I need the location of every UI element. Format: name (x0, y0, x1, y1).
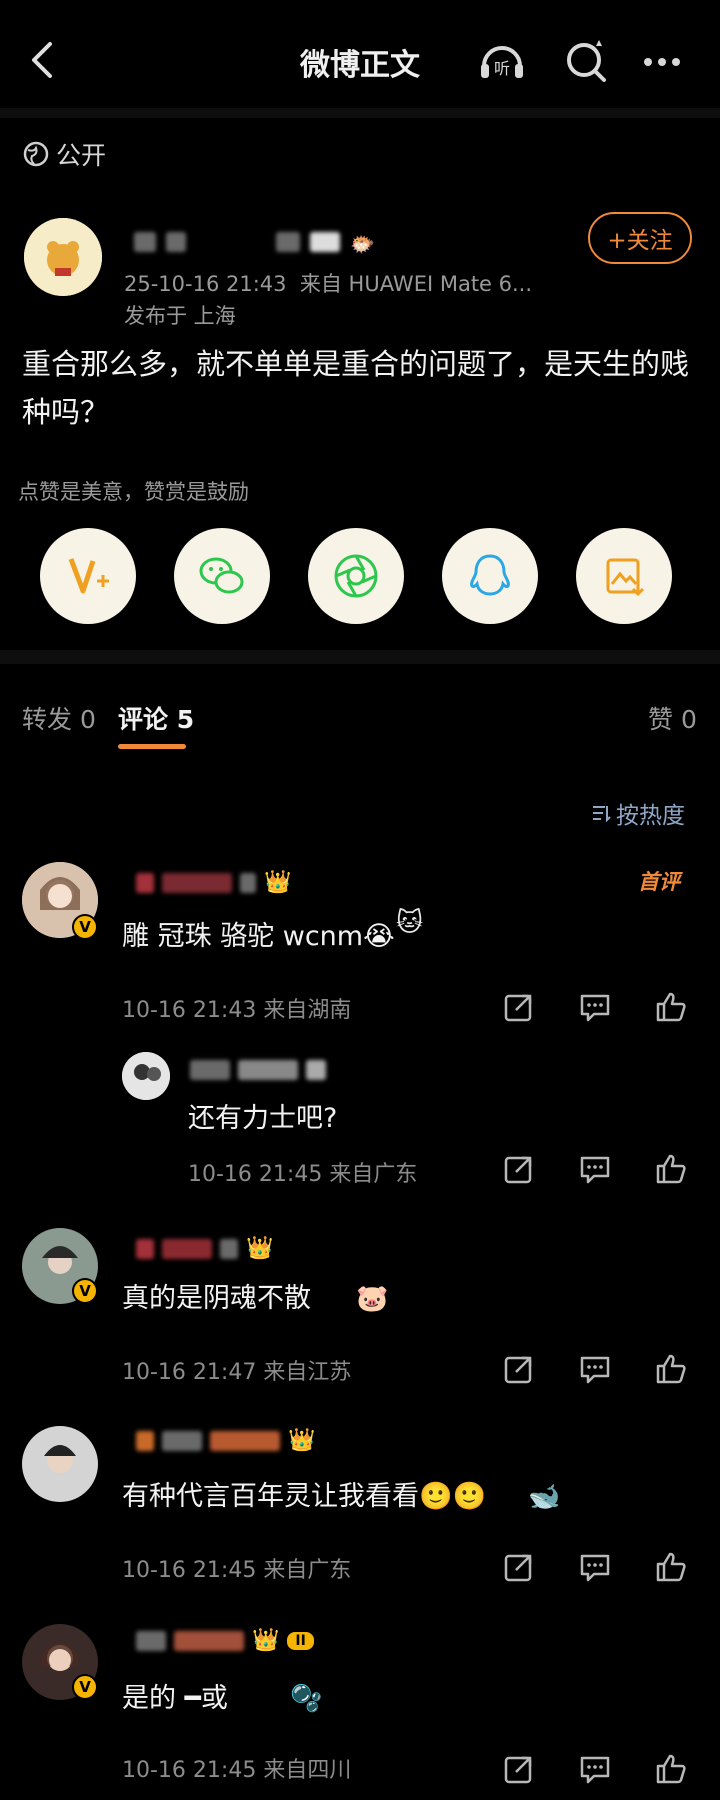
sticker-icon: 🐋 (528, 1482, 561, 1512)
like-icon[interactable] (654, 1752, 688, 1786)
comment-location: 来自四川 (263, 1758, 352, 1783)
reply-meta: 10-16 21:45 来自广东 (188, 1156, 417, 1188)
wechat-icon (199, 557, 244, 594)
section-divider (0, 650, 720, 664)
like-icon[interactable] (654, 1550, 688, 1584)
verified-badge-icon: V (72, 1674, 98, 1700)
comment-meta: 10-16 21:47 来自江苏 (122, 1354, 351, 1386)
image-download-icon (606, 558, 645, 597)
sort-button[interactable]: 按热度 (590, 796, 685, 830)
save-image-button[interactable] (576, 528, 672, 624)
crown-icon: 👑 (288, 1428, 316, 1453)
comment-icon[interactable] (578, 1352, 612, 1386)
verified-badge-icon: V (72, 914, 98, 940)
verified-badge-icon: V (72, 1278, 98, 1304)
tab-indicator (118, 744, 186, 749)
fish-badge-icon: 🐡 (350, 232, 375, 256)
comment-location: 来自江苏 (263, 1360, 352, 1385)
sort-icon (593, 806, 611, 823)
commenter-avatar[interactable] (22, 1426, 98, 1502)
commenter-name[interactable]: 👑 (136, 870, 291, 895)
moments-icon (334, 554, 378, 598)
author-avatar[interactable] (24, 218, 102, 296)
vplus-share-button[interactable] (40, 528, 136, 624)
globe-icon (23, 141, 49, 167)
comment-time: 10-16 21:45 (122, 1758, 257, 1783)
author-name[interactable]: 🐡 (134, 232, 375, 256)
commenter-name[interactable]: 👑 (136, 1236, 273, 1261)
follow-button[interactable]: +关注 (588, 212, 692, 264)
sticker-icon: 🐱 (396, 908, 424, 938)
more-icon[interactable] (636, 36, 688, 88)
comment-time: 10-16 21:43 (122, 998, 257, 1023)
post-location: 发布于 上海 (124, 304, 236, 328)
moments-share-button[interactable] (308, 528, 404, 624)
comment-icon[interactable] (578, 990, 612, 1024)
comment-time: 10-16 21:45 (188, 1162, 323, 1187)
sticker-icon: 🐷 (356, 1284, 389, 1314)
commenter-name[interactable]: 👑 (136, 1428, 315, 1453)
commenter-name[interactable]: 👑 II (136, 1628, 314, 1653)
svg-text:听: 听 (494, 59, 510, 78)
tab-comments[interactable]: 评论 5 (118, 700, 194, 736)
comment-location: 来自湖南 (263, 998, 352, 1023)
comment-meta: 10-16 21:43 来自湖南 (122, 992, 351, 1024)
share-icon[interactable] (502, 1752, 536, 1786)
comment-icon[interactable] (578, 1152, 612, 1186)
comment-text: 真的是阴魂不散 (122, 1283, 311, 1314)
reply-text: 还有力士吧? (188, 1103, 338, 1134)
post-source: 来自 HUAWEI Mate 6... (299, 272, 533, 296)
visibility-text: 公开 (56, 141, 107, 170)
share-icon[interactable] (502, 1352, 536, 1386)
sticker-icon: 🫧 (290, 1684, 323, 1714)
divider (0, 108, 720, 118)
like-icon[interactable] (654, 1152, 688, 1186)
comment-icon[interactable] (578, 1752, 612, 1786)
search-icon[interactable] (560, 36, 612, 88)
comment-location: 来自广东 (263, 1558, 352, 1583)
qq-icon (470, 554, 510, 596)
like-icon[interactable] (654, 1352, 688, 1386)
comment-meta: 10-16 21:45 来自广东 (122, 1552, 351, 1584)
comment-text: 雕 冠珠 骆驼 wcnm😭 (122, 921, 395, 952)
comment-text: 是的 ━或 (122, 1683, 228, 1714)
comment-icon[interactable] (578, 1550, 612, 1584)
top-bar: 微博正文 听 (0, 0, 720, 120)
reward-text: 点赞是美意，赞赏是鼓励 (18, 480, 249, 504)
sort-label: 按热度 (616, 803, 685, 829)
first-comment-badge: 首评 (638, 870, 680, 894)
vplus-icon (68, 558, 109, 594)
level-badge: II (287, 1631, 314, 1650)
share-icon[interactable] (502, 990, 536, 1024)
comment-time: 10-16 21:45 (122, 1558, 257, 1583)
tab-likes[interactable]: 赞 0 (648, 700, 697, 736)
reply-avatar[interactable] (122, 1052, 170, 1100)
like-icon[interactable] (654, 990, 688, 1024)
comment-location: 来自广东 (329, 1162, 418, 1187)
post-meta: 25-10-16 21:43 来自 HUAWEI Mate 6... (124, 268, 532, 298)
visibility-label: 公开 (22, 136, 106, 172)
user-avatar-icon (122, 1052, 170, 1100)
share-icon[interactable] (502, 1550, 536, 1584)
post-time: 25-10-16 21:43 (124, 272, 287, 296)
comment-meta: 10-16 21:45 来自四川 (122, 1752, 351, 1784)
wechat-share-button[interactable] (174, 528, 270, 624)
reply-author[interactable] (190, 1060, 326, 1080)
crown-icon: 👑 (252, 1628, 280, 1653)
post-text: 重合那么多，就不单单是重合的问题了，是天生的贱种吗？ (22, 347, 690, 429)
qq-share-button[interactable] (442, 528, 538, 624)
share-icon[interactable] (502, 1152, 536, 1186)
crown-icon: 👑 (246, 1236, 274, 1261)
bear-avatar-icon (24, 218, 102, 296)
comment-time: 10-16 21:47 (122, 1360, 257, 1385)
crown-icon: 👑 (264, 870, 292, 895)
listen-icon[interactable]: 听 (476, 36, 528, 88)
tab-repost[interactable]: 转发 0 (22, 700, 96, 736)
comment-text: 有种代言百年灵让我看看🙂🙂 (122, 1481, 487, 1512)
page-title: 微博正文 (300, 48, 420, 83)
user-avatar-icon (22, 1426, 98, 1502)
